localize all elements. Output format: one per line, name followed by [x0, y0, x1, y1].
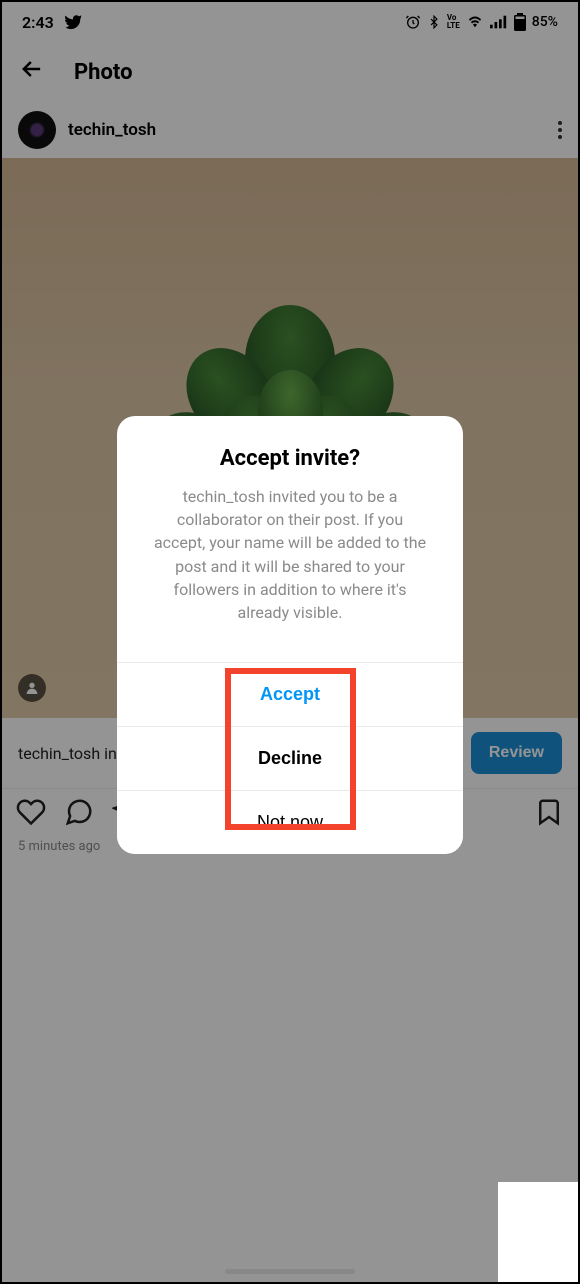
accept-invite-dialog: Accept invite? techin_tosh invited you t…: [117, 416, 463, 854]
accept-button[interactable]: Accept: [117, 662, 463, 726]
dialog-body: techin_tosh invited you to be a collabor…: [145, 485, 435, 652]
corner-watermark: [498, 1182, 578, 1282]
home-indicator[interactable]: [225, 1269, 355, 1274]
not-now-button[interactable]: Not now: [117, 790, 463, 854]
decline-button[interactable]: Decline: [117, 726, 463, 790]
dialog-title: Accept invite?: [145, 446, 435, 471]
